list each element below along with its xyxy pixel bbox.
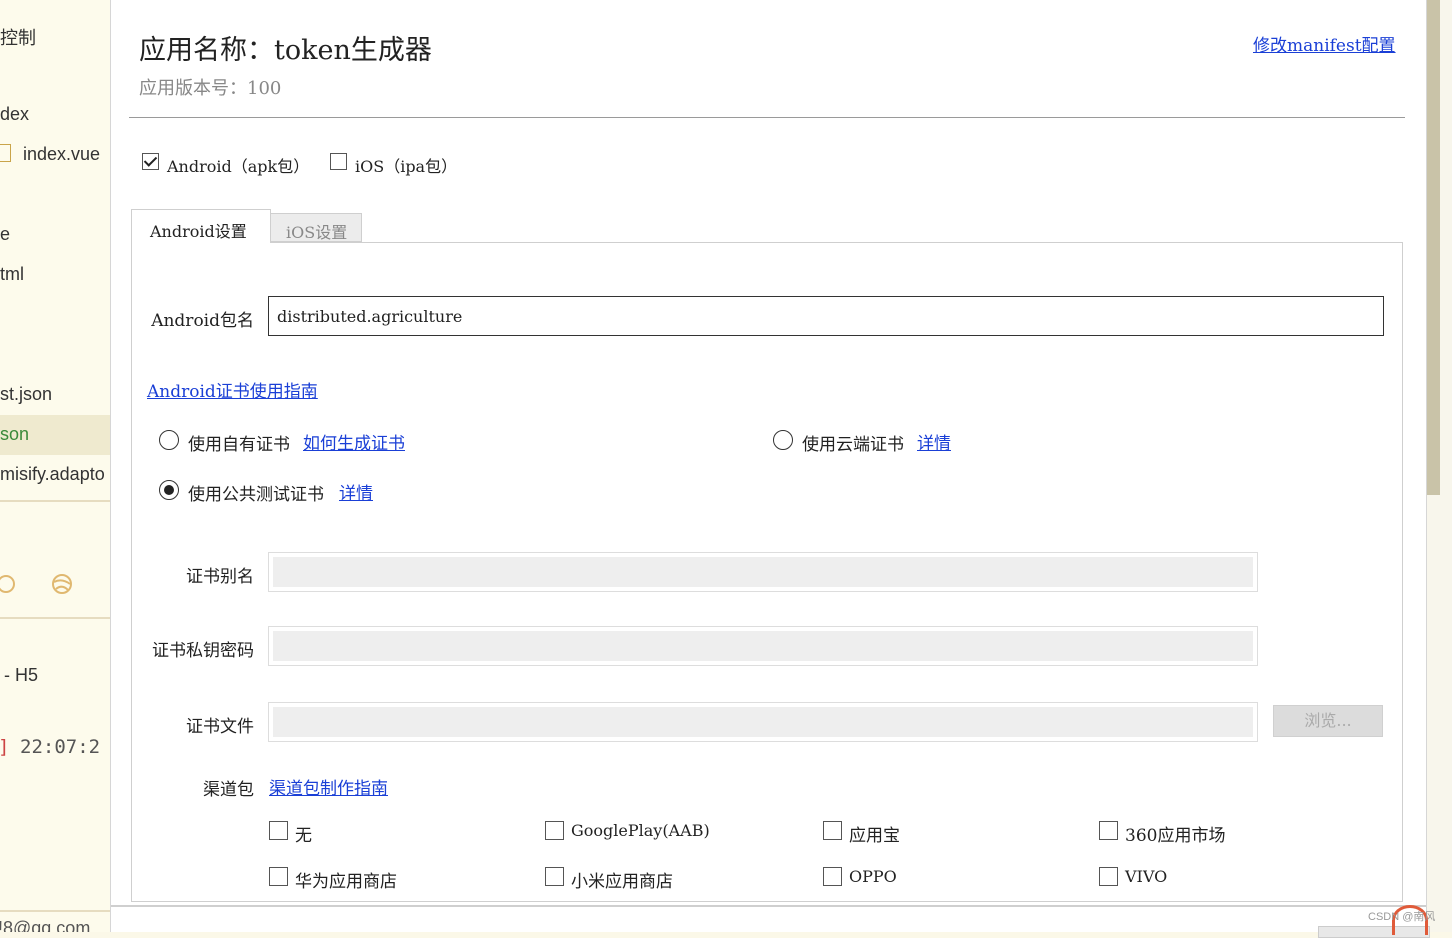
tab-android-settings[interactable]: Android设置 bbox=[131, 209, 271, 243]
public-test-cert-label: 使用公共测试证书 bbox=[188, 485, 324, 505]
explorer-item-index-vue[interactable]: index.vue bbox=[0, 144, 100, 165]
channel-huawei-checkbox[interactable] bbox=[269, 867, 288, 886]
cloud-cert-radio[interactable] bbox=[773, 430, 793, 450]
cloud-cert-details-link[interactable]: 详情 bbox=[917, 429, 951, 454]
explorer-item[interactable]: e bbox=[0, 224, 10, 245]
public-cert-details-link[interactable]: 详情 bbox=[339, 479, 373, 504]
channel-xiaomi-checkbox[interactable] bbox=[545, 867, 564, 886]
generate-cert-link[interactable]: 如何生成证书 bbox=[303, 429, 405, 454]
browse-button[interactable]: 浏览... bbox=[1273, 705, 1383, 737]
divider bbox=[0, 617, 110, 619]
explorer-item-selected[interactable]: son bbox=[0, 415, 110, 455]
channel-label-oppo: OPPO bbox=[849, 867, 897, 886]
channel-label: 渠道包 bbox=[203, 780, 254, 800]
cert-password-label: 证书私钥密码 bbox=[152, 641, 254, 661]
channel-label-none: 无 bbox=[295, 826, 312, 846]
console-timestamp: 22:07:2 bbox=[20, 736, 101, 758]
cert-file-input[interactable] bbox=[268, 702, 1258, 742]
android-cert-guide-link[interactable]: Android证书使用指南 bbox=[147, 377, 318, 402]
explorer-item[interactable]: st.json bbox=[0, 384, 52, 405]
channel-label-360: 360应用市场 bbox=[1125, 826, 1226, 846]
channel-label-vivo: VIVO bbox=[1125, 867, 1168, 886]
channel-label-huawei: 华为应用商店 bbox=[295, 872, 397, 892]
cert-file-label: 证书文件 bbox=[186, 717, 254, 737]
divider bbox=[0, 500, 110, 502]
channel-none-checkbox[interactable] bbox=[269, 821, 288, 840]
explorer-item[interactable]: 控制 bbox=[0, 24, 36, 50]
ios-platform-label: iOS（ipa包） bbox=[355, 157, 458, 176]
watermark: CSDN @南风 bbox=[1368, 911, 1436, 923]
header-divider bbox=[129, 117, 1405, 118]
channel-label-googleplay: GooglePlay(AAB) bbox=[571, 821, 710, 840]
channel-360-checkbox[interactable] bbox=[1099, 821, 1118, 840]
console-bracket: ] bbox=[0, 736, 9, 758]
public-test-cert-radio[interactable] bbox=[159, 480, 179, 500]
channel-guide-link[interactable]: 渠道包制作指南 bbox=[269, 774, 388, 799]
explorer-item[interactable]: tml bbox=[0, 264, 24, 285]
globe-icon[interactable] bbox=[50, 572, 76, 601]
channel-googleplay-checkbox[interactable] bbox=[545, 821, 564, 840]
channel-label-yingyongbao: 应用宝 bbox=[849, 826, 900, 846]
app-name-title: 应用名称：token生成器 bbox=[139, 35, 432, 66]
channel-label-xiaomi: 小米应用商店 bbox=[571, 872, 673, 892]
sync-icon[interactable] bbox=[0, 572, 18, 601]
divider bbox=[0, 910, 110, 912]
publish-dialog: 应用名称：token生成器 应用版本号：100 修改manifest配置 And… bbox=[110, 0, 1427, 932]
explorer-item[interactable]: dex bbox=[0, 104, 29, 125]
file-icon bbox=[0, 144, 11, 162]
channel-yingyongbao-checkbox[interactable] bbox=[823, 821, 842, 840]
project-explorer: 控制 dex index.vue e tml st.json son misif… bbox=[0, 0, 110, 932]
channel-oppo-checkbox[interactable] bbox=[823, 867, 842, 886]
tab-ios-settings[interactable]: iOS设置 bbox=[270, 213, 362, 242]
own-cert-radio[interactable] bbox=[159, 430, 179, 450]
package-name-label: Android包名 bbox=[151, 311, 254, 331]
explorer-item[interactable]: misify.adapto bbox=[0, 464, 105, 485]
own-cert-label: 使用自有证书 bbox=[188, 435, 290, 455]
android-platform-label: Android（apk包） bbox=[167, 157, 310, 176]
footer-divider bbox=[111, 905, 1426, 907]
channel-vivo-checkbox[interactable] bbox=[1099, 867, 1118, 886]
cloud-cert-label: 使用云端证书 bbox=[802, 435, 904, 455]
package-name-input[interactable]: distributed.agriculture bbox=[268, 296, 1384, 336]
app-version: 应用版本号：100 bbox=[139, 78, 282, 99]
cert-alias-input[interactable] bbox=[268, 552, 1258, 592]
cert-password-input[interactable] bbox=[268, 626, 1258, 666]
edit-manifest-link[interactable]: 修改manifest配置 bbox=[1253, 31, 1396, 56]
console-tab-h5[interactable]: - H5 bbox=[4, 665, 38, 686]
cert-alias-label: 证书别名 bbox=[186, 567, 254, 587]
android-platform-checkbox[interactable] bbox=[142, 153, 159, 170]
ios-platform-checkbox[interactable] bbox=[330, 153, 347, 170]
account-email: !8@qq.com bbox=[0, 918, 91, 932]
